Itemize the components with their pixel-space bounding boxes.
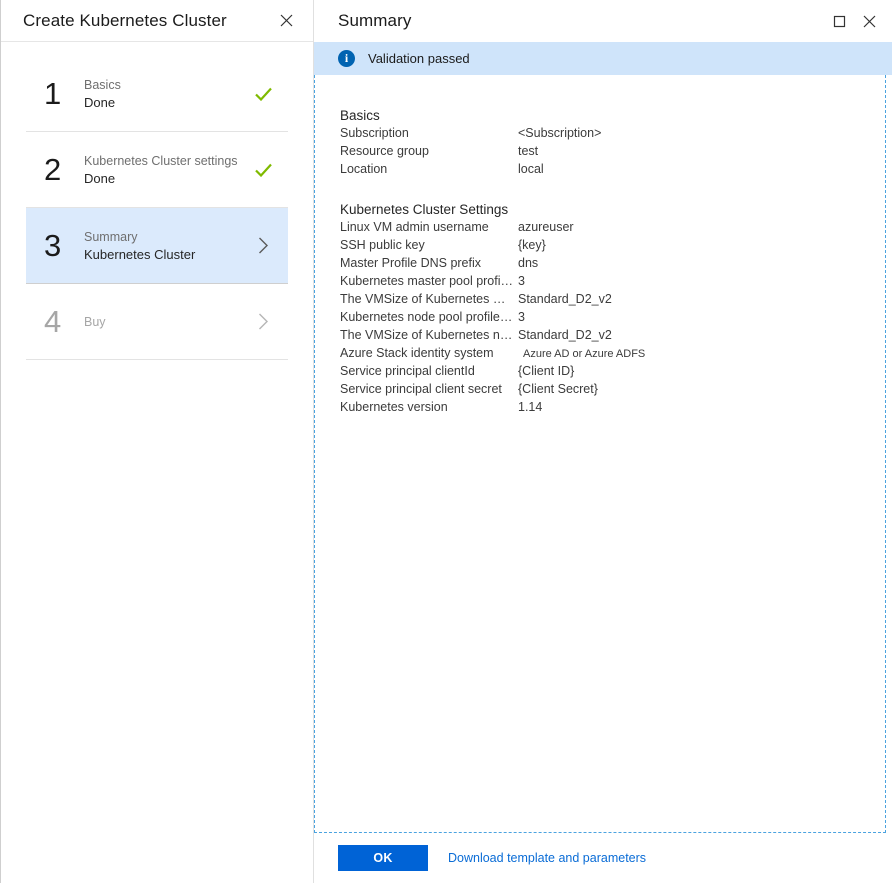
row-key: Azure Stack identity system bbox=[340, 346, 518, 360]
section-title: Basics bbox=[340, 108, 885, 123]
validation-message: Validation passed bbox=[368, 51, 470, 66]
sidebar-item-basics[interactable]: 1 Basics Done bbox=[26, 56, 288, 132]
row-value: 1.14 bbox=[518, 400, 542, 414]
close-icon[interactable] bbox=[856, 8, 882, 34]
wizard-pane: Create Kubernetes Cluster 1 Basics Done bbox=[0, 0, 313, 883]
summary-content: Basics Subscription <Subscription> Resou… bbox=[315, 75, 885, 418]
row-value: azureuser bbox=[518, 220, 574, 234]
step-number: 2 bbox=[44, 154, 84, 185]
row-value: {Client Secret} bbox=[518, 382, 598, 396]
step-label: Buy bbox=[84, 315, 250, 329]
create-kubernetes-cluster-window: Create Kubernetes Cluster 1 Basics Done bbox=[0, 0, 892, 883]
download-template-link[interactable]: Download template and parameters bbox=[448, 851, 646, 865]
summary-row: Subscription <Subscription> bbox=[340, 126, 885, 144]
summary-header: Summary bbox=[314, 0, 892, 42]
row-key: Kubernetes version bbox=[340, 400, 518, 414]
summary-row: SSH public key {key} bbox=[340, 238, 885, 256]
summary-row: Kubernetes master pool profile count 3 bbox=[340, 274, 885, 292]
row-value: {key} bbox=[518, 238, 546, 252]
step-number: 3 bbox=[44, 230, 84, 261]
row-key: Location bbox=[340, 162, 518, 176]
step-status bbox=[250, 163, 276, 177]
row-value: test bbox=[518, 144, 538, 158]
checkmark-icon bbox=[255, 163, 272, 177]
row-value: <Subscription> bbox=[518, 126, 601, 140]
row-value: Standard_D2_v2 bbox=[518, 328, 612, 342]
ok-button[interactable]: OK bbox=[338, 845, 428, 871]
step-number: 4 bbox=[44, 306, 84, 337]
section-basics: Basics Subscription <Subscription> Resou… bbox=[340, 108, 885, 180]
row-value: local bbox=[518, 162, 544, 176]
validation-banner: i Validation passed bbox=[314, 42, 892, 75]
summary-row: Azure Stack identity system Azure AD or … bbox=[340, 346, 885, 364]
summary-row: Service principal client secret {Client … bbox=[340, 382, 885, 400]
chevron-right-icon bbox=[258, 237, 269, 254]
section-kubernetes-cluster-settings: Kubernetes Cluster Settings Linux VM adm… bbox=[340, 202, 885, 418]
close-icon[interactable] bbox=[273, 8, 299, 34]
step-sublabel: Kubernetes Cluster bbox=[84, 247, 250, 262]
row-value: 3 bbox=[518, 274, 525, 288]
summary-content-region: Basics Subscription <Subscription> Resou… bbox=[314, 75, 886, 833]
row-key: Master Profile DNS prefix bbox=[340, 256, 518, 270]
sidebar-item-buy: 4 Buy bbox=[26, 284, 288, 360]
row-value: {Client ID} bbox=[518, 364, 574, 378]
step-text: Summary Kubernetes Cluster bbox=[84, 230, 250, 262]
row-value: dns bbox=[518, 256, 538, 270]
row-key: Kubernetes node pool profile count bbox=[340, 310, 518, 324]
wizard-steps: 1 Basics Done 2 Kubernetes Cluster setti… bbox=[1, 42, 313, 360]
wizard-header: Create Kubernetes Cluster bbox=[1, 0, 313, 42]
maximize-icon[interactable] bbox=[826, 8, 852, 34]
page-title: Create Kubernetes Cluster bbox=[23, 11, 273, 31]
step-number: 1 bbox=[44, 78, 84, 109]
step-text: Kubernetes Cluster settings Done bbox=[84, 154, 250, 186]
step-sublabel: Done bbox=[84, 171, 250, 186]
row-key: The VMSize of Kubernetes node vms bbox=[340, 328, 518, 342]
summary-pane: Summary i Validation passed bbox=[313, 0, 892, 883]
row-key: Service principal clientId bbox=[340, 364, 518, 378]
window-controls bbox=[826, 8, 882, 34]
summary-row: Master Profile DNS prefix dns bbox=[340, 256, 885, 274]
step-label: Basics bbox=[84, 78, 250, 92]
row-key: Linux VM admin username bbox=[340, 220, 518, 234]
chevron-right-icon bbox=[258, 313, 269, 330]
sidebar-item-summary[interactable]: 3 Summary Kubernetes Cluster bbox=[26, 208, 288, 284]
row-key: Kubernetes master pool profile count bbox=[340, 274, 518, 288]
info-icon: i bbox=[338, 50, 355, 67]
section-title: Kubernetes Cluster Settings bbox=[340, 202, 885, 217]
summary-row: Kubernetes version 1.14 bbox=[340, 400, 885, 418]
summary-footer: OK Download template and parameters bbox=[314, 833, 892, 883]
summary-row: Location local bbox=[340, 162, 885, 180]
step-status bbox=[250, 87, 276, 101]
summary-row: Linux VM admin username azureuser bbox=[340, 220, 885, 238]
step-label: Kubernetes Cluster settings bbox=[84, 154, 250, 168]
step-sublabel: Done bbox=[84, 95, 250, 110]
summary-row: The VMSize of Kubernetes master and node… bbox=[340, 292, 885, 310]
summary-row: The VMSize of Kubernetes node vms Standa… bbox=[340, 328, 885, 346]
summary-title: Summary bbox=[338, 11, 826, 31]
step-label: Summary bbox=[84, 230, 250, 244]
step-status bbox=[250, 313, 276, 330]
row-value: Standard_D2_v2 bbox=[518, 292, 612, 306]
row-key: SSH public key bbox=[340, 238, 518, 252]
summary-row: Kubernetes node pool profile count 3 bbox=[340, 310, 885, 328]
row-key: The VMSize of Kubernetes master and node… bbox=[340, 292, 518, 306]
summary-row: Resource group test bbox=[340, 144, 885, 162]
step-text: Buy bbox=[84, 315, 250, 329]
summary-row: Service principal clientId {Client ID} bbox=[340, 364, 885, 382]
row-value: Azure AD or Azure ADFS bbox=[518, 348, 645, 360]
row-key: Service principal client secret bbox=[340, 382, 518, 396]
checkmark-icon bbox=[255, 87, 272, 101]
sidebar-item-kubernetes-cluster-settings[interactable]: 2 Kubernetes Cluster settings Done bbox=[26, 132, 288, 208]
row-key: Subscription bbox=[340, 126, 518, 140]
row-value: 3 bbox=[518, 310, 525, 324]
step-text: Basics Done bbox=[84, 78, 250, 110]
row-key: Resource group bbox=[340, 144, 518, 158]
step-status bbox=[250, 237, 276, 254]
